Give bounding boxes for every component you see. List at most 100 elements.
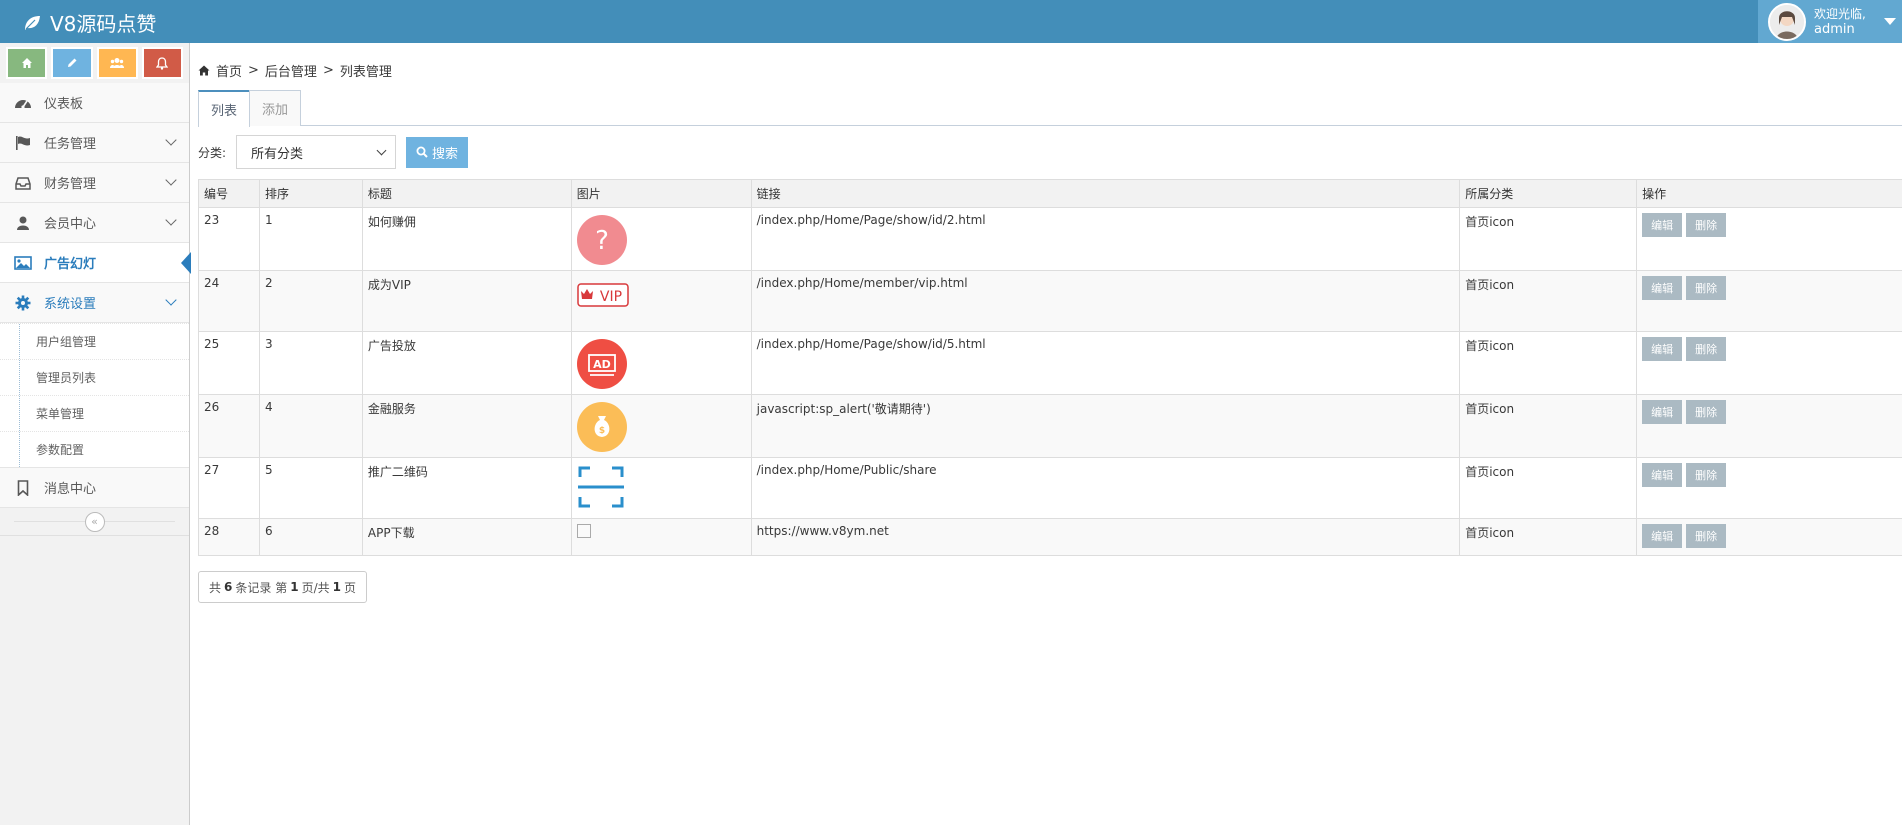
- pagination-info: 共 6 条记录 第 1 页/共 1 页: [198, 571, 367, 603]
- main-content: 首页 > 后台管理 > 列表管理 列表 添加 分类: 所有分类 搜索 编号 排序…: [191, 43, 1902, 825]
- home-icon: [21, 58, 32, 68]
- submenu-item-menu-manage[interactable]: 菜单管理: [0, 395, 189, 431]
- cell-sort: 2: [258, 270, 363, 332]
- column-header-category: 所属分类: [1459, 179, 1638, 208]
- sidebar-item-tasks[interactable]: 任务管理: [0, 123, 189, 163]
- edit-button[interactable]: 编辑: [1642, 463, 1683, 487]
- edit-button[interactable]: 编辑: [1642, 337, 1683, 361]
- table-row: 28 6 APP下载 https://www.v8ym.net 首页icon 编…: [198, 518, 1902, 556]
- table-row: 27 5 推广二维码 /index.php/Home/Public/share …: [198, 457, 1902, 519]
- dashboard-icon: [14, 94, 32, 112]
- category-select[interactable]: 所有分类: [236, 135, 397, 169]
- column-header-title: 标题: [361, 179, 572, 208]
- sidebar-item-dashboard[interactable]: 仪表板: [0, 83, 189, 123]
- bookmark-icon: [14, 479, 32, 497]
- cell-id: 28: [198, 518, 260, 556]
- svg-text:AD: AD: [593, 358, 611, 371]
- sidebar-item-label: 财务管理: [44, 177, 97, 192]
- users-icon: [110, 58, 125, 68]
- scan-icon: [577, 466, 624, 508]
- column-header-sort: 排序: [258, 179, 363, 208]
- edit-button[interactable]: 编辑: [1642, 213, 1683, 237]
- pager-suffix: 页: [343, 580, 356, 595]
- cell-id: 25: [198, 331, 260, 395]
- sidebar-item-messages[interactable]: 消息中心: [0, 468, 189, 508]
- brand[interactable]: V8源码点赞: [22, 8, 156, 37]
- submenu-item-params[interactable]: 参数配置: [0, 431, 189, 467]
- welcome-text: 欢迎光临,: [1814, 6, 1866, 21]
- users-shortcut-button[interactable]: [96, 47, 138, 79]
- cell-image: [570, 518, 752, 556]
- cell-image: $: [570, 394, 752, 458]
- inbox-icon: [14, 174, 32, 192]
- breadcrumb-separator: >: [248, 63, 259, 78]
- cell-sort: 6: [258, 518, 363, 556]
- cell-sort: 1: [258, 207, 363, 271]
- cell-image: ?: [570, 207, 752, 271]
- delete-button[interactable]: 删除: [1686, 400, 1727, 424]
- sidebar-item-finance[interactable]: 财务管理: [0, 163, 189, 203]
- sidebar-item-label: 广告幻灯: [44, 257, 97, 272]
- sidebar-collapse-bar: «: [0, 508, 189, 536]
- double-chevron-left-icon[interactable]: «: [84, 511, 105, 532]
- edit-button[interactable]: 编辑: [1642, 276, 1683, 300]
- sidebar-item-settings[interactable]: 系统设置: [0, 283, 189, 323]
- sidebar-item-label: 任务管理: [44, 137, 97, 152]
- breadcrumb-home[interactable]: 首页: [216, 61, 242, 80]
- cell-id: 26: [198, 394, 260, 458]
- pager-current-page: 1: [290, 580, 299, 594]
- cell-title: 如何赚佣: [361, 207, 572, 271]
- svg-text:$: $: [599, 426, 605, 436]
- home-shortcut-button[interactable]: [6, 47, 48, 79]
- cell-image: AD: [570, 331, 752, 395]
- delete-button[interactable]: 删除: [1686, 524, 1727, 548]
- pencil-shortcut-button[interactable]: [51, 47, 93, 79]
- table-row: 25 3 广告投放 AD /index.php/Home/Page/show/i…: [198, 331, 1902, 395]
- cell-sort: 4: [258, 394, 363, 458]
- cell-link: /index.php/Home/member/vip.html: [750, 270, 1461, 332]
- edit-button[interactable]: 编辑: [1642, 524, 1683, 548]
- cell-title: 金融服务: [361, 394, 572, 458]
- cell-actions: 编辑 删除: [1636, 207, 1902, 271]
- column-header-actions: 操作: [1636, 179, 1902, 208]
- cell-category: 首页icon: [1459, 207, 1638, 271]
- top-navbar: V8源码点赞 欢迎光临, admin: [0, 0, 1902, 43]
- chevron-down-icon: [165, 294, 177, 306]
- delete-button[interactable]: 删除: [1686, 337, 1727, 361]
- settings-submenu: 用户组管理 管理员列表 菜单管理 参数配置: [0, 323, 189, 468]
- edit-button[interactable]: 编辑: [1642, 400, 1683, 424]
- tab-add[interactable]: 添加: [249, 90, 302, 126]
- filter-bar: 分类: 所有分类 搜索: [198, 135, 469, 169]
- avatar: [1768, 2, 1806, 41]
- question-icon: ?: [576, 215, 627, 265]
- user-menu[interactable]: 欢迎光临, admin: [1758, 0, 1902, 43]
- cell-actions: 编辑 删除: [1636, 394, 1902, 458]
- cell-actions: 编辑 删除: [1636, 518, 1902, 556]
- cell-title: 推广二维码: [361, 457, 572, 519]
- cell-actions: 编辑 删除: [1636, 331, 1902, 395]
- brand-title: V8源码点赞: [50, 12, 157, 36]
- cell-title: APP下载: [361, 518, 572, 556]
- submenu-item-user-groups[interactable]: 用户组管理: [0, 323, 189, 359]
- submenu-item-admin-list[interactable]: 管理员列表: [0, 359, 189, 395]
- delete-button[interactable]: 删除: [1686, 213, 1727, 237]
- cell-link: https://www.v8ym.net: [750, 518, 1461, 556]
- delete-button[interactable]: 删除: [1686, 463, 1727, 487]
- category-select-value: 所有分类: [251, 146, 304, 162]
- tab-list[interactable]: 列表: [198, 90, 251, 127]
- delete-button[interactable]: 删除: [1686, 276, 1727, 300]
- cell-id: 23: [198, 207, 260, 271]
- table-header-row: 编号 排序 标题 图片 链接 所属分类 操作: [198, 179, 1902, 208]
- sidebar-item-members[interactable]: 会员中心: [0, 203, 189, 243]
- chevron-down-icon: [165, 174, 177, 186]
- money-bag-icon: $: [576, 402, 627, 452]
- search-button[interactable]: 搜索: [406, 136, 469, 168]
- chevron-down-icon: [165, 134, 177, 146]
- breadcrumb-admin[interactable]: 后台管理: [265, 61, 317, 80]
- cell-title: 广告投放: [361, 331, 572, 395]
- sidebar-item-ads[interactable]: 广告幻灯: [0, 243, 191, 283]
- user-name: admin: [1814, 21, 1855, 37]
- bell-shortcut-button[interactable]: [141, 47, 183, 79]
- tab-bar: 列表 添加: [198, 90, 1902, 127]
- chevron-down-icon: [165, 214, 177, 226]
